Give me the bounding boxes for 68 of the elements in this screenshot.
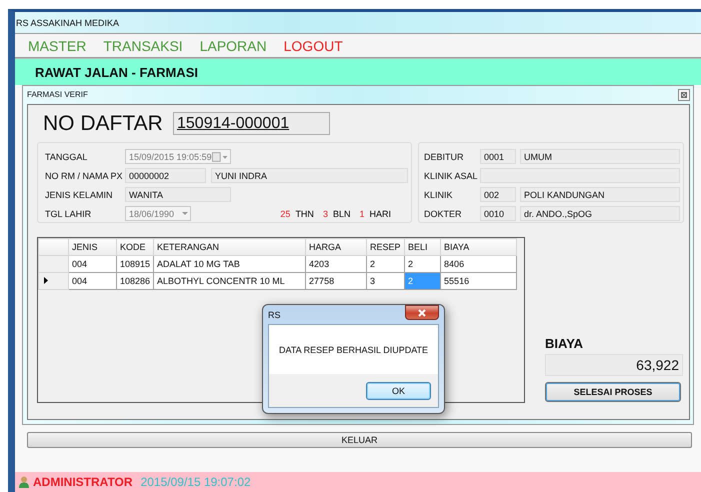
exit-button[interactable]: KELUAR bbox=[27, 432, 692, 448]
close-button[interactable] bbox=[405, 305, 439, 320]
name-field: dr. ANDO.,SpOG bbox=[520, 206, 680, 221]
calendar-dropdown-icon bbox=[212, 150, 228, 162]
finish-button[interactable]: SELESAI PROSES bbox=[545, 382, 681, 402]
field-label: NO RM / NAMA PX bbox=[45, 170, 124, 180]
age-value: 1 bbox=[359, 208, 364, 218]
column-header: KETERANGAN bbox=[154, 238, 306, 256]
code-field: 002 bbox=[480, 187, 516, 202]
name-field: POLI KANDUNGAN bbox=[520, 187, 680, 202]
module-title: RAWAT JALAN - FARMASI bbox=[35, 64, 198, 80]
column-header: KODE bbox=[116, 238, 154, 256]
row-header[interactable] bbox=[38, 272, 68, 290]
close-icon bbox=[418, 308, 426, 316]
table-cell[interactable]: 004 bbox=[68, 256, 116, 272]
age-value: 3 bbox=[322, 208, 328, 218]
row-header bbox=[38, 238, 68, 256]
age-unit: THN bbox=[295, 208, 314, 218]
table-cell[interactable]: 3 bbox=[366, 272, 405, 290]
table-cell[interactable]: 2 bbox=[404, 256, 441, 272]
code-field: 0001 bbox=[480, 149, 516, 164]
menu-item[interactable]: LOGOUT bbox=[284, 38, 343, 54]
table-cell[interactable]: 108286 bbox=[116, 272, 154, 290]
registration-number-field[interactable]: 150914-000001 bbox=[173, 112, 330, 135]
status-datetime: 2015/09/15 19:07:02 bbox=[140, 475, 251, 489]
patient-name-field: YUNI INDRA bbox=[211, 168, 408, 183]
table-cell[interactable]: 27758 bbox=[306, 272, 367, 290]
age-unit: BLN bbox=[332, 208, 350, 218]
ok-button[interactable]: OK bbox=[366, 382, 431, 400]
table-cell[interactable]: 8406 bbox=[440, 256, 517, 272]
column-header: BELI bbox=[404, 238, 441, 256]
row-pointer-icon bbox=[44, 277, 48, 284]
gender-field: WANITA bbox=[125, 187, 231, 202]
user-name: ADMINISTRATOR bbox=[33, 475, 133, 489]
field-label: TGL LAHIR bbox=[45, 208, 92, 218]
table-cell[interactable]: ALBOTHYL CONCENTR 10 ML bbox=[154, 272, 306, 290]
column-header: RESEP bbox=[366, 238, 405, 256]
total-field: 63,922 bbox=[545, 354, 683, 376]
field-label: DEBITUR bbox=[424, 152, 465, 162]
age-unit: HARI bbox=[369, 208, 391, 218]
close-icon bbox=[681, 92, 687, 98]
field-label: KLINIK bbox=[424, 190, 454, 200]
table-cell[interactable]: 004 bbox=[68, 272, 116, 290]
dropdown-icon bbox=[182, 212, 188, 215]
close-button[interactable] bbox=[678, 88, 690, 100]
field-label: NO DAFTAR bbox=[43, 112, 164, 136]
column-header: JENIS bbox=[68, 238, 116, 256]
age-value: 25 bbox=[280, 208, 290, 218]
table-cell[interactable]: 4203 bbox=[306, 256, 367, 272]
field-label: TANGGAL bbox=[45, 152, 88, 162]
window-title: RS ASSAKINAH MEDIKA bbox=[16, 18, 120, 28]
column-header: HARGA bbox=[306, 238, 367, 256]
user-icon bbox=[18, 476, 30, 488]
field-label: JENIS KELAMIN bbox=[45, 190, 114, 200]
field-label: KLINIK ASAL bbox=[424, 170, 479, 180]
table-cell[interactable]: 55516 bbox=[440, 272, 517, 290]
dialog-message: DATA RESEP BERHASIL DIUPDATE bbox=[269, 325, 438, 374]
code-field: 0010 bbox=[480, 206, 516, 221]
form-title: FARMASI VERIF bbox=[27, 90, 88, 99]
dialog-title: RS bbox=[268, 310, 281, 320]
table-cell[interactable]: 2 bbox=[366, 256, 405, 272]
medical-record-field: 00000002 bbox=[125, 168, 206, 183]
name-field: UMUM bbox=[520, 149, 680, 164]
table-cell[interactable]: 108915 bbox=[116, 256, 154, 272]
table-cell[interactable]: ADALAT 10 MG TAB bbox=[154, 256, 306, 272]
column-header: BIAYA bbox=[440, 238, 517, 256]
field-label: DOKTER bbox=[424, 208, 463, 218]
total-label: BIAYA bbox=[545, 336, 584, 351]
